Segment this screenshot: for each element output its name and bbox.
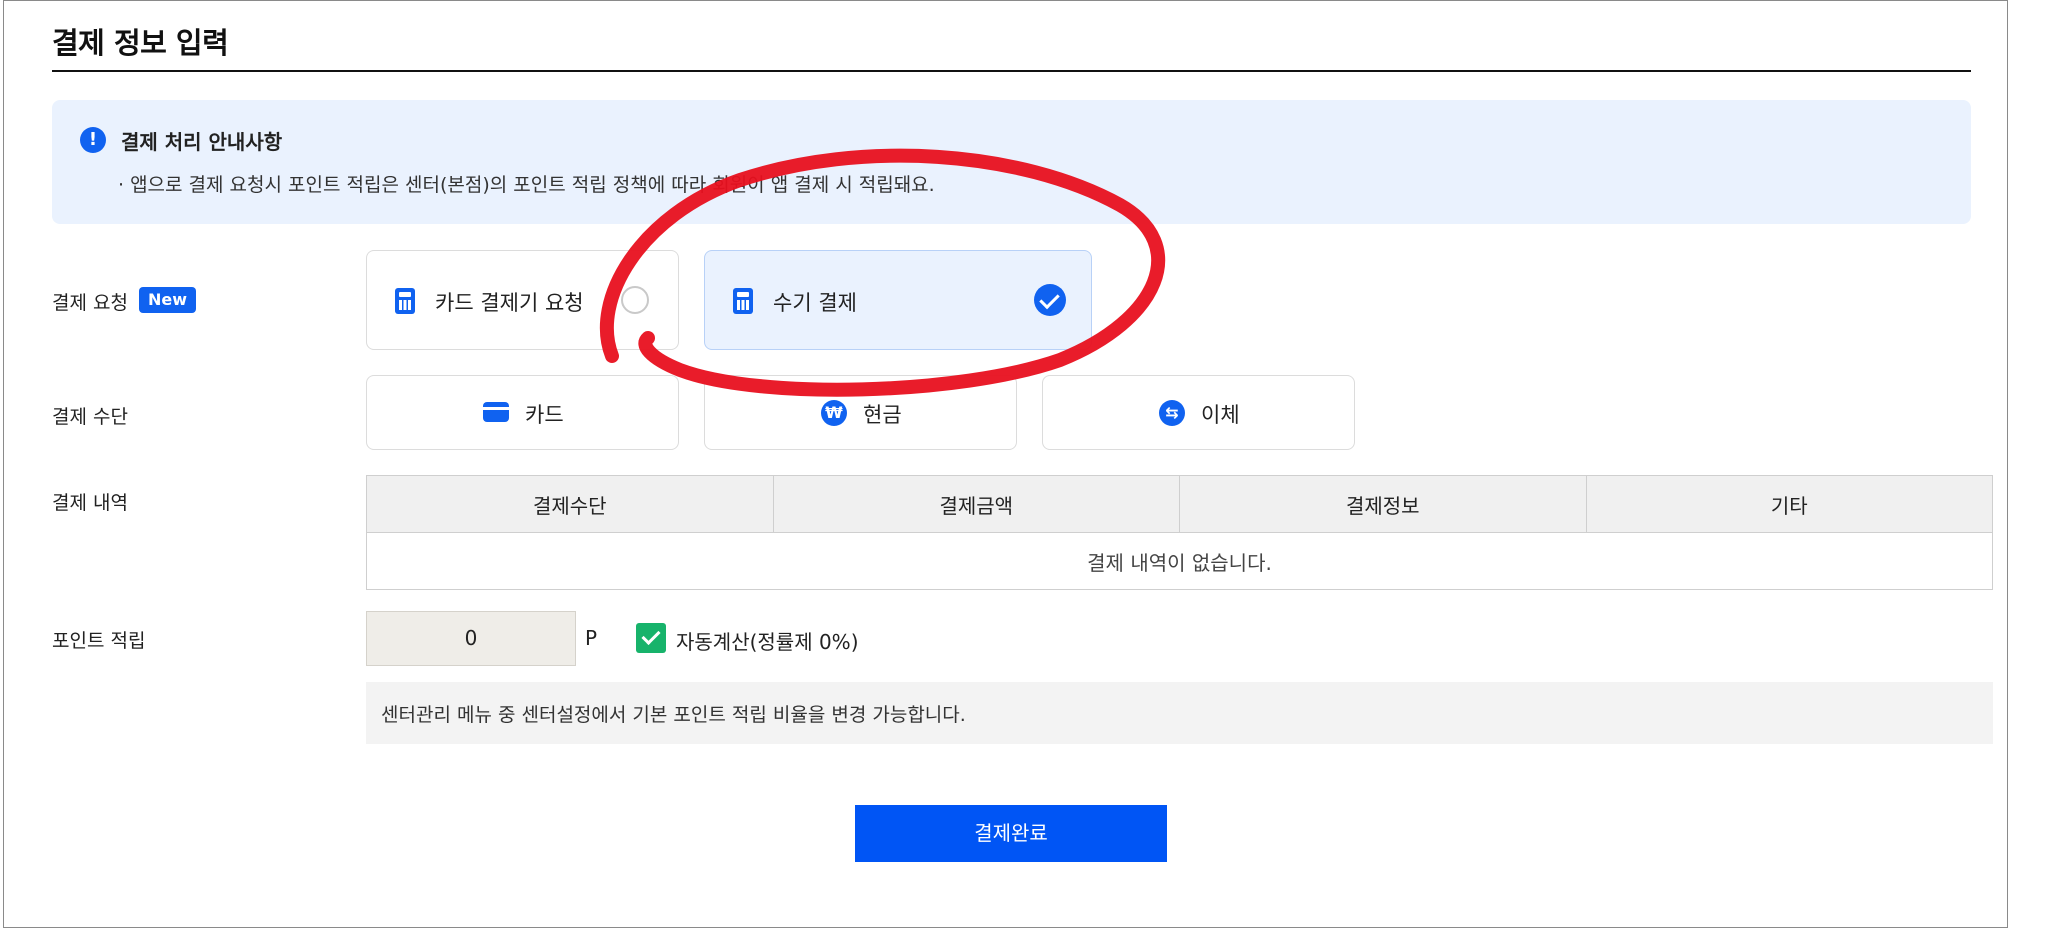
history-empty-message: 결제 내역이 없습니다.	[366, 532, 1993, 590]
method-transfer-button[interactable]: ⇆ 이체	[1042, 375, 1355, 450]
table-row: 결제 내역이 없습니다.	[366, 532, 1993, 590]
history-header: 결제금액	[772, 475, 1180, 533]
check-circle-icon[interactable]	[1034, 284, 1066, 316]
history-header: 결제정보	[1179, 475, 1587, 533]
submit-payment-button[interactable]: 결제완료	[855, 805, 1167, 862]
notice-title: 결제 처리 안내사항	[121, 130, 283, 154]
history-header: 기타	[1585, 475, 1993, 533]
method-label: 결제 수단	[52, 406, 128, 428]
calculator-icon	[733, 288, 753, 314]
request-label: 결제 요청	[52, 292, 128, 314]
transfer-icon: ⇆	[1159, 400, 1185, 426]
info-icon: !	[80, 127, 106, 153]
request-option-label: 카드 결제기 요청	[435, 291, 584, 315]
history-label: 결제 내역	[52, 492, 128, 514]
calculator-icon	[395, 288, 415, 314]
points-input[interactable]: 0	[366, 611, 576, 666]
method-label-text: 이체	[1201, 403, 1240, 427]
request-option-card-terminal[interactable]: 카드 결제기 요청	[366, 250, 679, 350]
history-table: 결제수단 결제금액 결제정보 기타 결제 내역이 없습니다.	[366, 475, 1993, 590]
points-label: 포인트 적립	[52, 630, 146, 652]
title-divider	[52, 70, 1971, 72]
card-icon	[483, 402, 509, 422]
radio-unselected[interactable]	[621, 286, 649, 314]
history-header: 결제수단	[366, 475, 774, 533]
new-badge: New	[139, 287, 197, 313]
method-label-text: 카드	[525, 403, 564, 427]
auto-calc-checkbox[interactable]	[636, 623, 666, 653]
points-help-text: 센터관리 메뉴 중 센터설정에서 기본 포인트 적립 비율을 변경 가능합니다.	[381, 704, 966, 726]
page-title: 결제 정보 입력	[52, 26, 229, 60]
request-option-label: 수기 결제	[773, 291, 857, 315]
points-unit: P	[585, 626, 598, 650]
method-card-button[interactable]: 카드	[366, 375, 679, 450]
notice-box	[52, 100, 1971, 224]
request-option-manual[interactable]: 수기 결제	[704, 250, 1092, 350]
notice-body: · 앱으로 결제 요청시 포인트 적립은 센터(본점)의 포인트 적립 정책에 …	[118, 174, 935, 196]
method-cash-button[interactable]: ₩ 현금	[704, 375, 1017, 450]
cash-icon: ₩	[821, 400, 847, 426]
auto-calc-label[interactable]: 자동계산(정률제 0%)	[676, 626, 859, 655]
method-label-text: 현금	[863, 403, 902, 427]
